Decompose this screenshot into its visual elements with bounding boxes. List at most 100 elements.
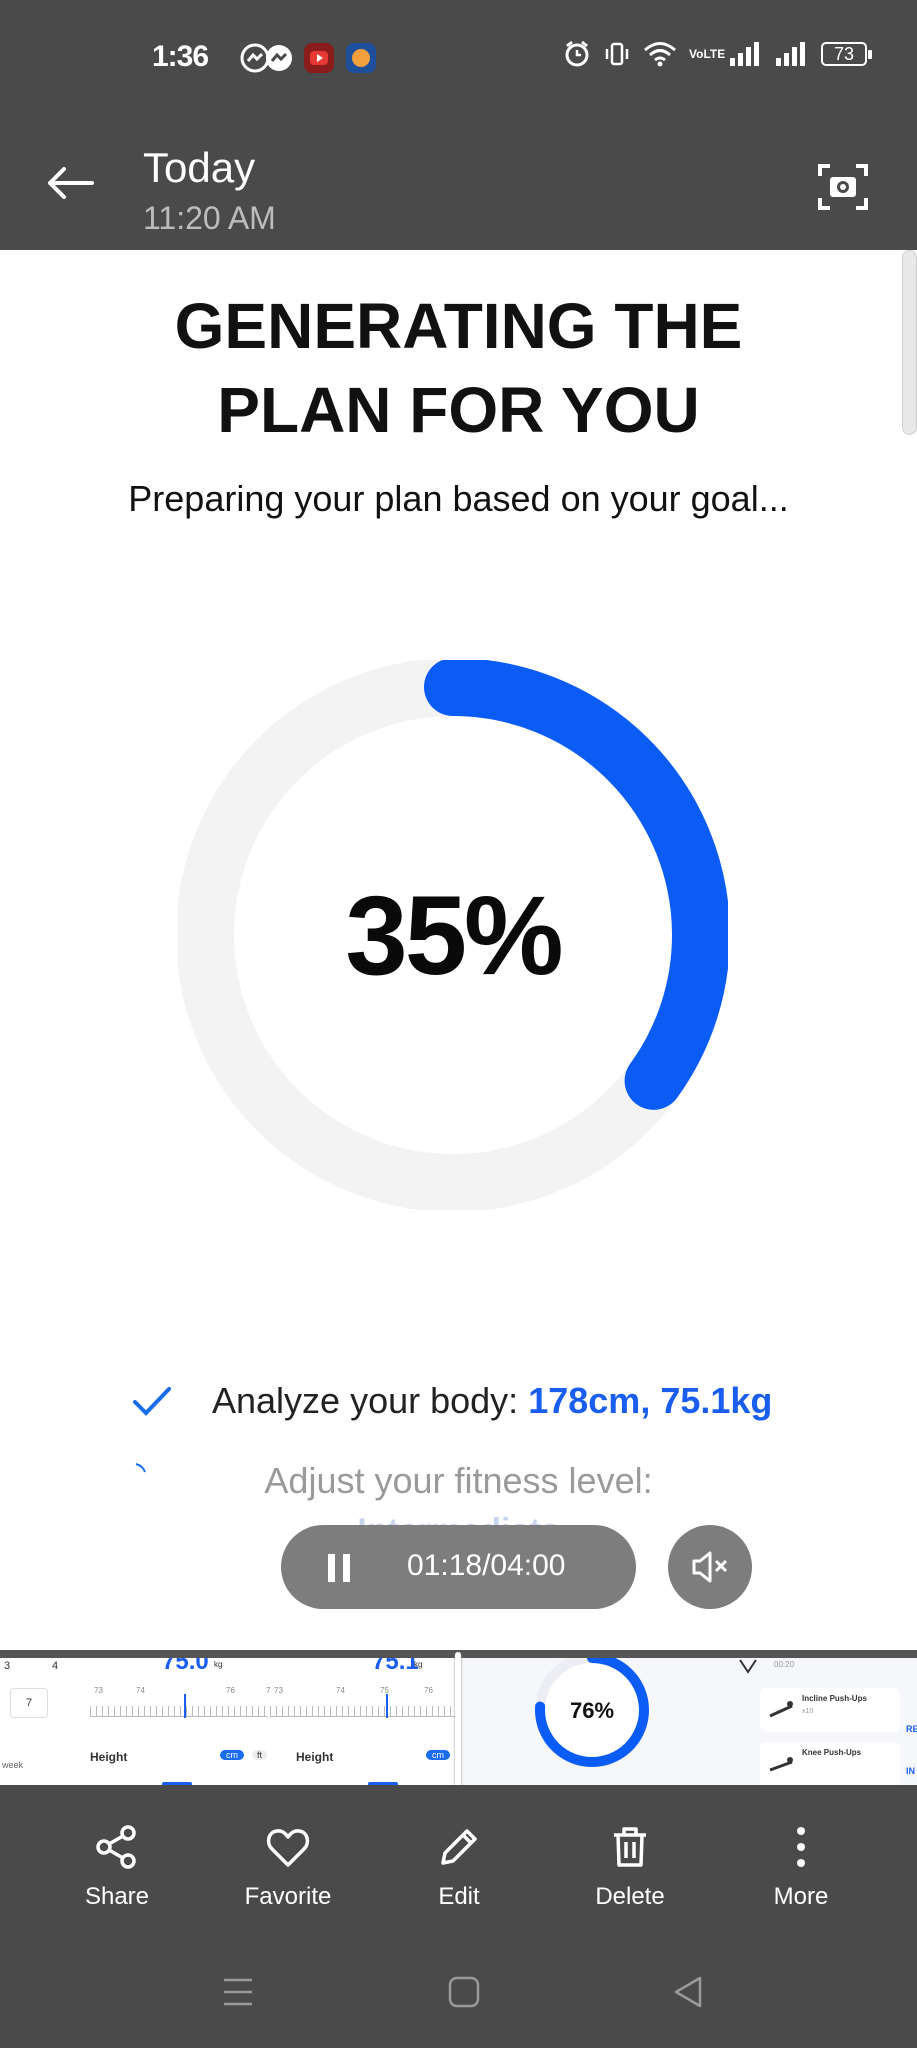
pushup-figure-icon (769, 1701, 793, 1718)
frame2-height-label: Height (90, 1750, 128, 1764)
volte-icon: VoLTE (689, 47, 726, 61)
step2-label: Adjust your fitness level: (264, 1460, 653, 1501)
video-time: 01:18/04:00 (407, 1549, 566, 1582)
menu-lines-icon (224, 1978, 252, 2006)
action-bar: Share Favorite Edit Delete More (0, 1785, 917, 1930)
frame2-tick: 73 (94, 1686, 103, 1695)
frame2-ruler-marker (184, 1694, 186, 1718)
frame3-tick: 76 (424, 1686, 433, 1695)
share-label: Share (84, 1883, 150, 1910)
triangle-back-icon (674, 1976, 702, 2008)
frame1-num-c: 7 (10, 1688, 48, 1718)
frame2-ruler (90, 1706, 268, 1717)
volume-muted-icon (692, 1551, 728, 1583)
frame3-ruler-marker (386, 1694, 388, 1718)
filmstrip-frame-5: 00:20 Incline Push-Ups x10 Knee Push-Ups… (720, 1658, 917, 1785)
frame3-tick: 73 (274, 1686, 283, 1695)
frame5-ex1: Incline Push-Ups (802, 1694, 867, 1703)
frame2-unit: kg (214, 1660, 223, 1669)
share-icon (96, 1825, 136, 1869)
video-controls: 01:18/04:00 (281, 1525, 636, 1609)
knee-pushup-figure-icon (769, 1757, 793, 1772)
check-icon (133, 1387, 171, 1416)
frame5-side-re: RE (906, 1724, 917, 1734)
app-header: Today 11:20 AM (0, 118, 917, 250)
favorite-label: Favorite (244, 1883, 332, 1910)
frame2-tick: 74 (136, 1686, 145, 1695)
more-vertical-icon (797, 1827, 805, 1867)
step1-weight: 75.1kg (660, 1380, 773, 1421)
battery-icon: 73 (821, 42, 872, 66)
lens-button[interactable] (816, 160, 870, 214)
step1-label: Analyze your body: (212, 1380, 519, 1421)
arrow-left-icon (48, 167, 94, 199)
frame5-side-in: IN (906, 1766, 915, 1776)
frame3-unit: kg (414, 1660, 423, 1669)
edit-button[interactable]: Edit (399, 1823, 519, 1911)
status-icons: VoLTE 73 (563, 40, 872, 68)
exercise-figure-icon (739, 1659, 757, 1674)
frame2-weight: 75.0 (162, 1658, 209, 1675)
messenger-icon-2 (264, 43, 294, 73)
edit-label: Edit (438, 1883, 480, 1910)
frame5-timer: 00:20 (774, 1660, 795, 1669)
frame3-ruler (270, 1706, 455, 1717)
plan-subtitle: Preparing your plan based on your goal..… (128, 478, 789, 519)
frame2-toggle-ft: ft (252, 1750, 268, 1760)
trash-icon (614, 1827, 646, 1867)
alarm-icon (563, 40, 591, 68)
filmstrip-frame-4: 76% (460, 1658, 720, 1785)
filmstrip-frame-3: 75.1 kg 73 74 75 76 77 Height cm (270, 1658, 460, 1785)
mute-button[interactable] (668, 1525, 752, 1609)
pause-icon (328, 1554, 350, 1582)
frame4-percent: 76% (570, 1698, 615, 1723)
frame2-tick: 76 (226, 1686, 235, 1695)
status-bar: 1:36 VoLTE 73 (0, 0, 917, 118)
step1-sep: , (640, 1380, 651, 1421)
recents-button[interactable] (220, 1974, 256, 2010)
page-title: Today (143, 144, 256, 191)
back-button[interactable] (40, 158, 100, 208)
frame1-week: week (2, 1760, 24, 1770)
plan-title-line2: PLAN FOR YOU (217, 374, 700, 446)
page-subtitle: 11:20 AM (143, 200, 276, 236)
frame1-num-a: 3 (4, 1660, 11, 1672)
frame3-weight: 75.1 (372, 1658, 419, 1675)
home-button[interactable] (446, 1974, 482, 2010)
status-time: 1:36 (152, 40, 209, 73)
frame5-ex2: Knee Push-Ups (802, 1748, 862, 1757)
step1-height: 178cm (528, 1380, 641, 1421)
more-label: More (773, 1883, 829, 1910)
heart-icon (266, 1829, 310, 1867)
favorite-button[interactable]: Favorite (228, 1823, 348, 1911)
square-home-icon (448, 1976, 480, 2008)
filmstrip-frame-2: 75.0 kg 73 74 76 77 Height cm ft (80, 1658, 270, 1785)
frame3-tick: 74 (336, 1686, 345, 1695)
pencil-icon (441, 1829, 477, 1865)
signal-icon-2 (775, 41, 809, 67)
delete-label: Delete (595, 1883, 665, 1910)
vibrate-icon (603, 40, 631, 68)
wifi-icon (643, 40, 677, 68)
scrollbar[interactable] (902, 250, 917, 435)
plan-title-line1: GENERATING THE (174, 290, 743, 362)
share-button[interactable]: Share (57, 1823, 177, 1911)
pause-button[interactable] (325, 1552, 355, 1584)
camera-scan-icon (818, 164, 868, 210)
filmstrip-frame-1: 3 4 7 week (0, 1658, 80, 1785)
signal-icon (729, 41, 763, 67)
system-back-button[interactable] (670, 1974, 706, 2010)
delete-button[interactable]: Delete (570, 1823, 690, 1911)
more-button[interactable]: More (741, 1823, 861, 1911)
progress-percent: 35% (345, 872, 563, 998)
step-analyze-body: Analyze your body: 178cm, 75.1kg (132, 1380, 772, 1422)
frame3-height-label: Height (296, 1750, 334, 1764)
media-content[interactable]: GENERATING THE PLAN FOR YOU Preparing yo… (0, 250, 917, 1650)
frame1-num-b: 4 (52, 1660, 59, 1672)
plan-title: GENERATING THE PLAN FOR YOU (0, 284, 917, 452)
frame5-ex1-reps: x10 (802, 1708, 814, 1715)
frame3-toggle-cm: cm (426, 1750, 450, 1760)
youtube-icon (304, 43, 334, 73)
app-icon (346, 43, 376, 73)
filmstrip-playhead[interactable] (455, 1652, 461, 1787)
